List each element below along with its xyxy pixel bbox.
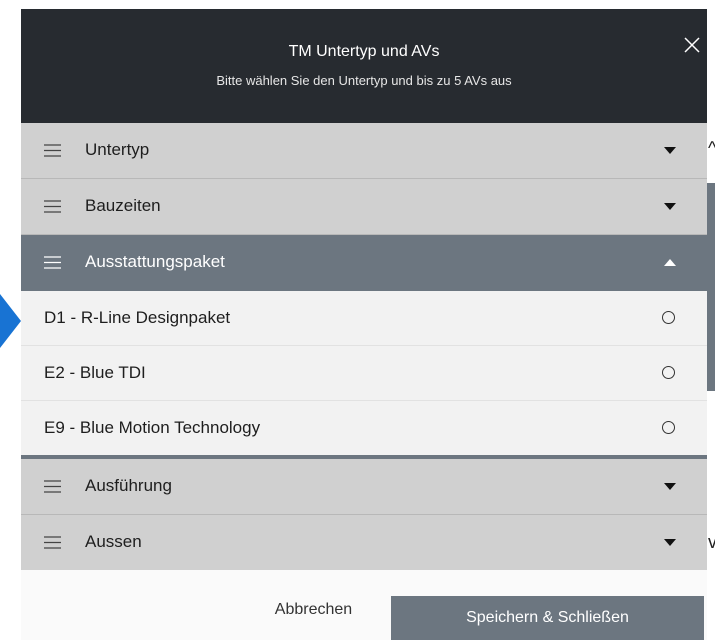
menu-icon — [44, 480, 61, 493]
section-header-aussen[interactable]: Aussen — [21, 515, 707, 570]
section-label: Ausführung — [85, 476, 172, 495]
chevron-down-icon — [664, 203, 676, 210]
menu-icon — [44, 200, 61, 213]
accordion: Untertyp Bauzeiten Ausstattungspaket D1 … — [21, 123, 707, 570]
modal-header: TM Untertyp und AVs Bitte wählen Sie den… — [21, 9, 707, 123]
background-arrow-icon — [0, 294, 21, 348]
close-button[interactable] — [681, 34, 703, 56]
option-radio[interactable] — [662, 311, 675, 324]
modal-title: TM Untertyp und AVs — [288, 43, 440, 60]
chevron-down-icon — [664, 539, 676, 546]
option-radio[interactable] — [662, 366, 675, 379]
chevron-up-icon — [664, 259, 676, 266]
section-label: Ausstattungspaket — [85, 252, 225, 271]
section-label: Bauzeiten — [85, 196, 161, 215]
background-scrollbar[interactable] — [707, 183, 715, 391]
option-label: D1 - R-Line Designpaket — [44, 308, 231, 327]
option-row-e9[interactable]: E9 - Blue Motion Technology — [21, 401, 707, 455]
section-label: Aussen — [85, 532, 142, 551]
section-header-ausstattungspaket[interactable]: Ausstattungspaket — [21, 235, 707, 291]
chevron-down-icon — [664, 483, 676, 490]
save-and-close-button[interactable]: Speichern & Schließen — [391, 596, 704, 640]
background-chevron-up-icon: ^ — [708, 138, 715, 158]
option-row-d1[interactable]: D1 - R-Line Designpaket — [21, 291, 707, 346]
option-row-e2[interactable]: E2 - Blue TDI — [21, 346, 707, 401]
cancel-button[interactable]: Abbrechen — [261, 598, 366, 622]
menu-icon — [44, 256, 61, 269]
menu-icon — [44, 144, 61, 157]
section-header-bauzeiten[interactable]: Bauzeiten — [21, 179, 707, 235]
option-label: E9 - Blue Motion Technology — [44, 418, 261, 437]
section-header-untertyp[interactable]: Untertyp — [21, 123, 707, 179]
chevron-down-icon — [664, 147, 676, 154]
options-list: D1 - R-Line Designpaket E2 - Blue TDI E9… — [21, 291, 707, 459]
background-chevron-down-icon: v — [708, 532, 715, 552]
modal-subtitle: Bitte wählen Sie den Untertyp und bis zu… — [216, 73, 512, 88]
section-header-ausfuehrung[interactable]: Ausführung — [21, 459, 707, 515]
option-label: E2 - Blue TDI — [44, 363, 146, 382]
option-radio[interactable] — [662, 421, 675, 434]
close-icon — [684, 37, 700, 53]
modal-footer: Abbrechen Speichern & Schließen — [21, 570, 707, 640]
menu-icon — [44, 536, 61, 549]
subtype-modal: TM Untertyp und AVs Bitte wählen Sie den… — [21, 9, 707, 640]
section-label: Untertyp — [85, 140, 150, 159]
